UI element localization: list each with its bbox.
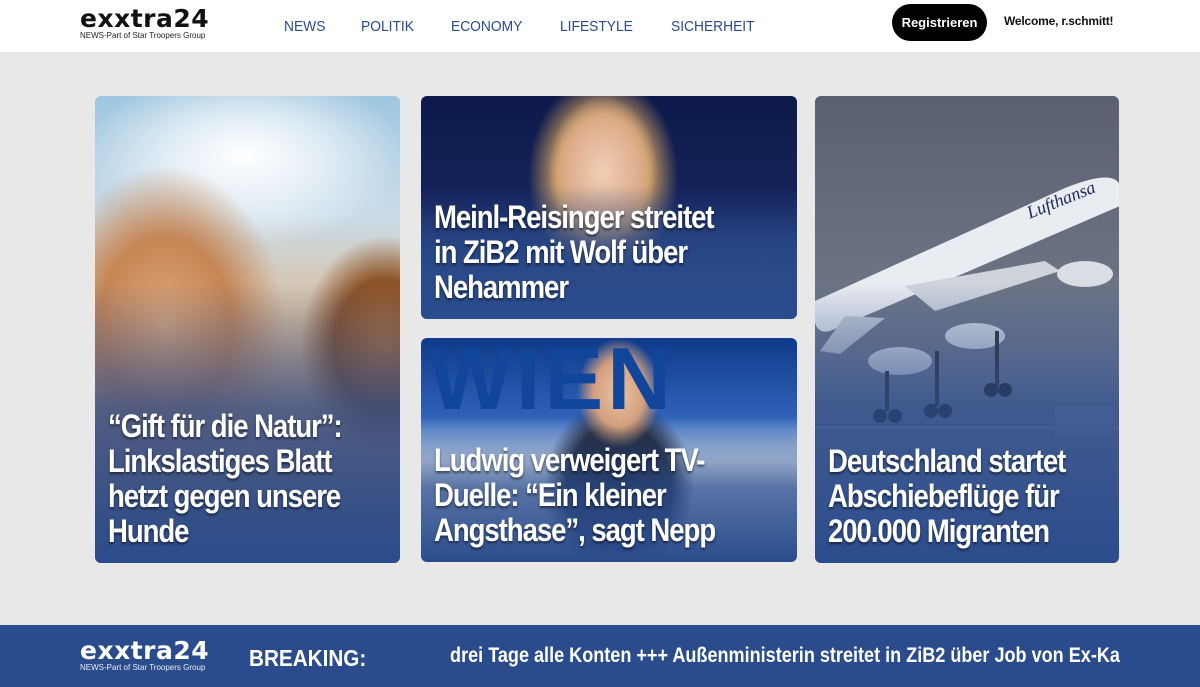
breaking-news-ticker: exxtra24 NEWS-Part of Star Troopers Grou… <box>0 625 1200 687</box>
nav-item-economy[interactable]: ECONOMY <box>451 18 522 35</box>
logo-tagline: NEWS-Part of Star Troopers Group <box>80 663 206 672</box>
nav-item-lifestyle[interactable]: LIFESTYLE <box>560 18 633 35</box>
article-title[interactable]: Meinl-Reisinger streitet in ZiB2 mit Wol… <box>434 200 735 305</box>
main-nav: NEWS POLITIK ECONOMY LIFESTYLE SICHERHEI… <box>268 0 778 52</box>
ticker-logo[interactable]: exxtra24 NEWS-Part of Star Troopers Grou… <box>80 638 240 678</box>
nav-item-politik[interactable]: POLITIK <box>361 18 414 35</box>
article-title[interactable]: “Gift für die Natur”: Linkslastiges Blat… <box>108 409 348 549</box>
logo-tagline: NEWS-Part of Star Troopers Group <box>80 31 206 40</box>
backdrop-wien-lettering: WIEN <box>429 338 675 428</box>
breaking-label: BREAKING: <box>249 645 367 671</box>
register-button[interactable]: Registrieren <box>892 4 987 41</box>
article-card-plane[interactable]: Lufthansa Deutschland startet Abschiebef… <box>815 96 1119 563</box>
article-card-dog[interactable]: “Gift für die Natur”: Linkslastiges Blat… <box>95 96 400 563</box>
article-title[interactable]: Deutschland startet Abschiebeflüge für 2… <box>828 444 1067 549</box>
nav-item-sicherheit[interactable]: SICHERHEIT <box>671 18 755 35</box>
site-logo[interactable]: exxtra24 NEWS-Part of Star Troopers Grou… <box>80 6 240 46</box>
ticker-text[interactable]: drei Tage alle Konten +++ Außenministeri… <box>450 644 1120 668</box>
welcome-message: Welcome, r.schmitt! <box>1004 14 1114 28</box>
site-header: exxtra24 NEWS-Part of Star Troopers Grou… <box>0 0 1200 52</box>
article-card-meinl[interactable]: Meinl-Reisinger streitet in ZiB2 mit Wol… <box>421 96 797 319</box>
ticker-scroll-area: drei Tage alle Konten +++ Außenministeri… <box>386 641 1120 673</box>
article-title[interactable]: Ludwig verweigert TV-Duelle: “Ein kleine… <box>434 443 735 548</box>
logo-wordmark: exxtra24 <box>80 4 210 33</box>
logo-wordmark: exxtra24 <box>80 636 210 665</box>
article-card-ludwig[interactable]: WIEN Ludwig verweigert TV-Duelle: “Ein k… <box>421 338 797 562</box>
nav-item-news[interactable]: NEWS <box>284 18 325 35</box>
